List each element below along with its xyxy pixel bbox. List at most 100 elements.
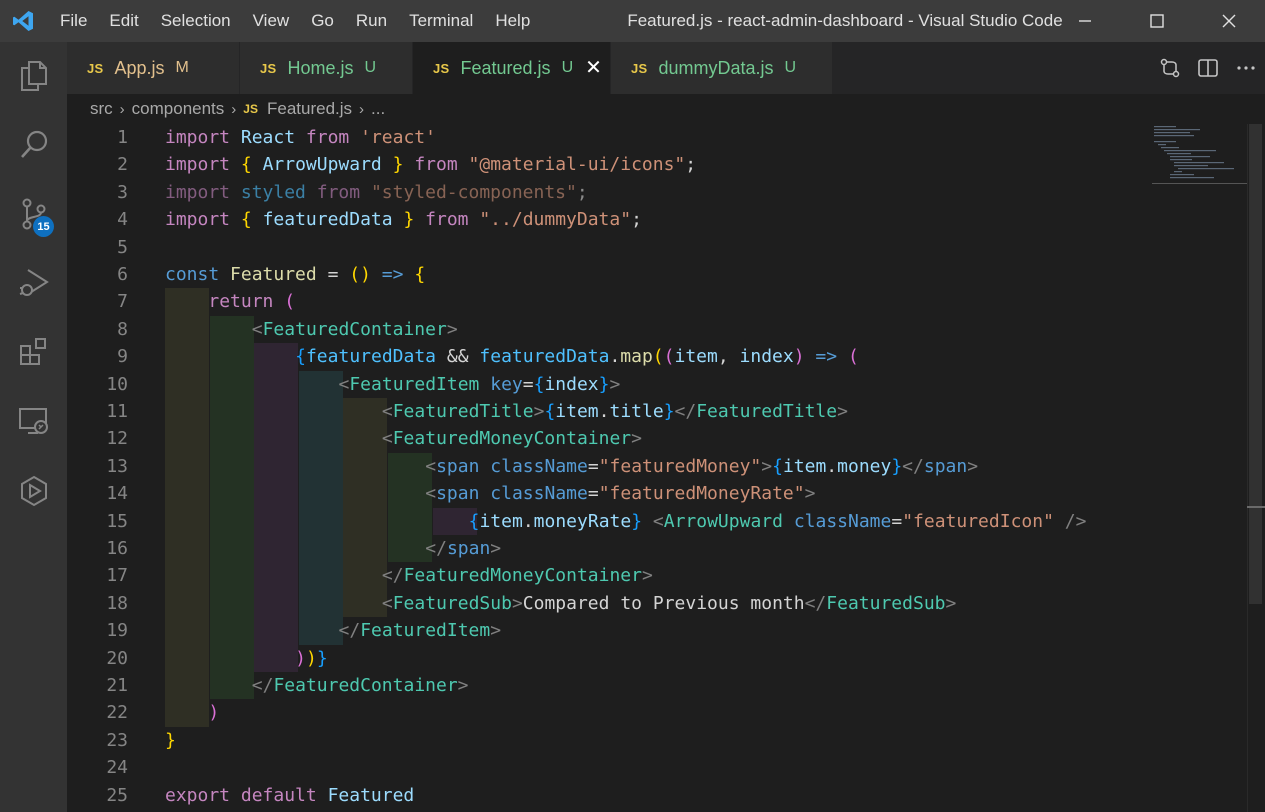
source-control-icon[interactable]: 15 [0, 185, 67, 243]
code-line[interactable]: <FeaturedSub>Compared to Previous month<… [165, 590, 956, 617]
menu-terminal[interactable]: Terminal [398, 0, 484, 42]
code-line[interactable]: <FeaturedContainer> [165, 316, 458, 343]
breadcrumb-src[interactable]: src [90, 99, 113, 119]
editor-tab-bar: JS App.js M JS Home.js U JS Featured.js … [67, 42, 1265, 94]
menu-view[interactable]: View [242, 0, 301, 42]
code-line[interactable]: ))} [165, 645, 328, 672]
line-number: 20 [106, 647, 128, 669]
vscode-logo-icon[interactable] [0, 0, 46, 42]
tab-status: U [364, 59, 377, 76]
js-file-icon: JS [243, 102, 258, 116]
explorer-icon[interactable] [0, 47, 67, 105]
menu-file[interactable]: File [46, 0, 98, 42]
maximize-button[interactable] [1121, 0, 1193, 42]
code-line[interactable]: </FeaturedMoneyContainer> [165, 562, 653, 589]
menu-go[interactable]: Go [300, 0, 345, 42]
code-line[interactable]: <span className="featuredMoney">{item.mo… [165, 453, 978, 480]
scrollbar-marker [1247, 506, 1265, 508]
code-line[interactable]: import React from 'react' [165, 124, 436, 151]
code-line[interactable]: } [165, 727, 176, 754]
split-editor-icon[interactable] [1189, 42, 1227, 94]
line-number: 1 [117, 127, 128, 148]
minimize-button[interactable] [1049, 0, 1121, 42]
js-file-icon: JS [433, 60, 450, 76]
breadcrumb-components[interactable]: components [132, 99, 225, 119]
compare-changes-icon[interactable] [1151, 42, 1189, 94]
line-number: 7 [117, 291, 128, 313]
menu-help[interactable]: Help [484, 0, 541, 42]
code-line[interactable]: <FeaturedTitle>{item.title}</FeaturedTit… [165, 398, 848, 425]
line-number: 9 [117, 346, 128, 368]
tab-label: App.js [114, 57, 165, 78]
editor-actions [1151, 42, 1265, 94]
chevron-right-icon: › [359, 100, 365, 118]
line-number: 12 [106, 428, 128, 450]
close-window-button[interactable] [1193, 0, 1265, 42]
code-line[interactable]: <FeaturedItem key={index}> [165, 371, 621, 398]
line-number: 21 [106, 675, 128, 696]
js-file-icon: JS [260, 60, 277, 76]
code-line[interactable]: import { ArrowUpward } from "@material-u… [165, 151, 696, 178]
code-line[interactable]: import { featuredData } from "../dummyDa… [165, 206, 642, 233]
line-number: 4 [117, 209, 128, 231]
window-controls [1049, 0, 1265, 42]
line-number: 6 [117, 264, 128, 285]
line-number: 23 [106, 729, 128, 751]
code-line[interactable]: <span className="featuredMoneyRate"> [165, 480, 815, 507]
minimap[interactable] [1152, 124, 1247, 184]
live-share-icon[interactable] [0, 462, 67, 520]
tab-label: dummyData.js [658, 57, 774, 78]
vertical-scrollbar[interactable] [1247, 124, 1265, 812]
code-line[interactable]: import styled from "styled-components"; [165, 179, 588, 206]
breadcrumb-symbol[interactable]: ... [371, 99, 385, 119]
code-line[interactable]: ) [165, 699, 219, 726]
line-number: 3 [117, 181, 128, 203]
menu-edit[interactable]: Edit [98, 0, 149, 42]
line-number: 5 [117, 236, 128, 258]
line-number: 13 [106, 455, 128, 477]
tab-featured-js[interactable]: JS Featured.js U ✕ [413, 42, 611, 94]
window-title: Featured.js - react-admin-dashboard - Vi… [627, 11, 1063, 30]
chevron-right-icon: › [231, 100, 237, 118]
js-file-icon: JS [87, 60, 104, 76]
tab-app-js[interactable]: JS App.js M [67, 42, 240, 94]
menu-selection[interactable]: Selection [150, 0, 242, 42]
more-actions-icon[interactable] [1227, 42, 1265, 94]
activity-bar: 15 [0, 42, 67, 812]
code-line[interactable]: <FeaturedMoneyContainer> [165, 425, 642, 452]
run-debug-icon[interactable] [0, 254, 67, 312]
tab-dummydata-js[interactable]: JS dummyData.js U [611, 42, 833, 94]
code-line[interactable]: {featuredData && featuredData.map((item,… [165, 343, 859, 370]
menu-run[interactable]: Run [345, 0, 398, 42]
tab-home-js[interactable]: JS Home.js U [240, 42, 413, 94]
tab-label: Home.js [287, 57, 354, 78]
line-number: 8 [117, 318, 128, 340]
line-number: 16 [106, 538, 128, 559]
title-bar: File Edit Selection View Go Run Terminal… [0, 0, 1265, 42]
line-number: 22 [106, 702, 128, 724]
chevron-right-icon: › [119, 100, 125, 118]
line-number: 19 [106, 620, 128, 642]
code-line[interactable]: return ( [165, 288, 295, 315]
code-line[interactable]: </FeaturedItem> [165, 617, 502, 644]
extensions-icon[interactable] [0, 323, 67, 381]
code-line[interactable]: </FeaturedContainer> [165, 672, 469, 699]
line-number: 2 [117, 154, 128, 176]
search-icon[interactable] [0, 116, 67, 174]
breadcrumb-file[interactable]: Featured.js [267, 99, 352, 119]
line-number: 24 [106, 757, 128, 779]
code-line[interactable]: export default Featured [165, 782, 414, 809]
code-line[interactable]: {item.moneyRate} <ArrowUpward className=… [165, 508, 1087, 535]
remote-explorer-icon[interactable] [0, 392, 67, 450]
line-number: 11 [106, 401, 128, 422]
js-file-icon: JS [631, 60, 648, 76]
line-number: 25 [106, 784, 128, 806]
tab-status: U [561, 59, 574, 76]
code-line[interactable]: const Featured = () => { [165, 261, 425, 288]
line-number: 14 [106, 483, 128, 505]
code-line[interactable]: </span> [165, 535, 501, 562]
scrollbar-thumb[interactable] [1249, 124, 1262, 604]
close-tab-icon[interactable]: ✕ [585, 58, 602, 78]
tab-label: Featured.js [460, 57, 551, 78]
code-editor[interactable]: 1 2 3 4 5 6 7 8 9 10 11 12 13 14 15 16 17 18 19 20 21 22 23 24 2… [67, 124, 1265, 812]
